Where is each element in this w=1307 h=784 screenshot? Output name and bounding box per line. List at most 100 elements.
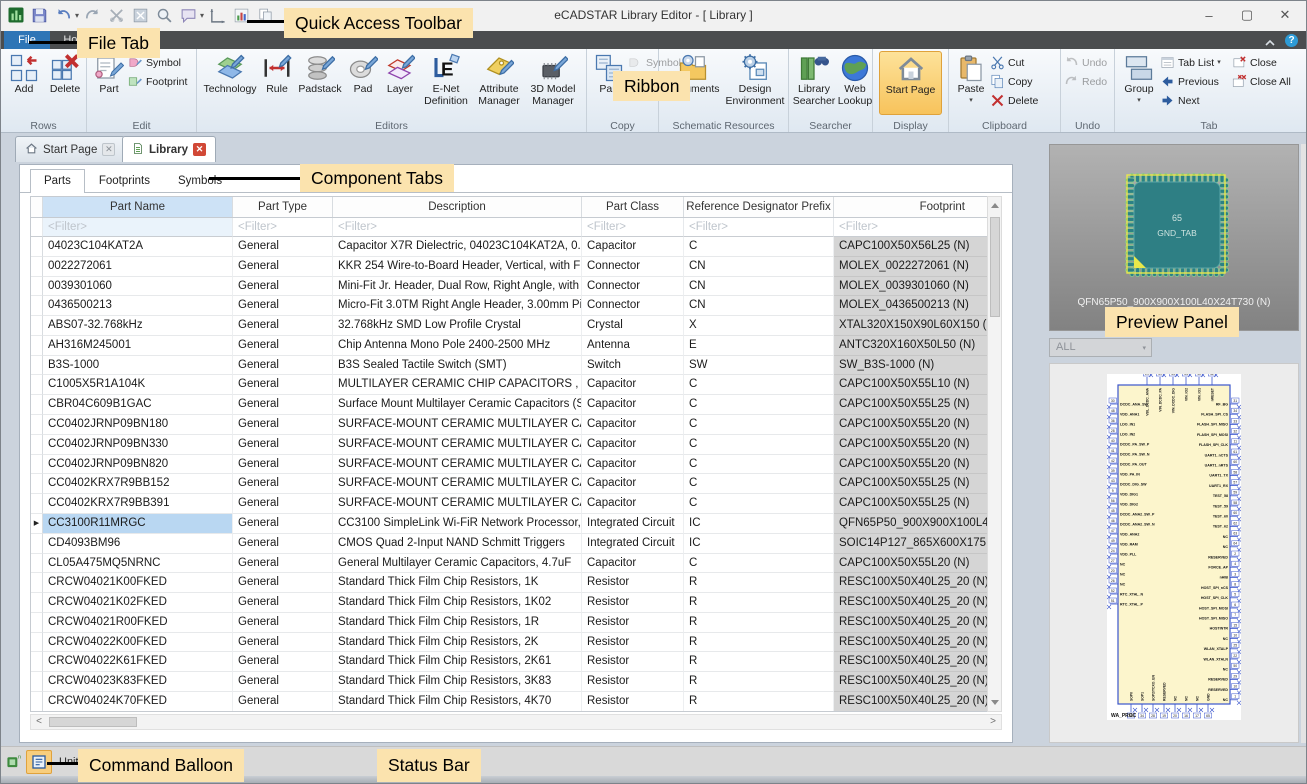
vertical-scrollbar[interactable] [987,196,1002,712]
table-cell[interactable]: General [233,296,333,316]
table-cell[interactable]: C [684,435,834,455]
table-row[interactable]: CRCW04021K02FKEDGeneralStandard Thick Fi… [31,593,1001,613]
rule-button[interactable]: Rule [260,51,294,96]
table-cell[interactable]: Chip Antenna Mono Pole 2400-2500 MHz [333,336,582,356]
table-cell[interactable]: Connector [582,296,684,316]
filter-cell[interactable]: <Filter> [233,218,333,237]
table-cell[interactable]: Connector [582,277,684,297]
table-cell[interactable]: CAPC100X50X55L10 (N) [834,375,988,395]
row-selector-gutter[interactable] [31,257,43,277]
table-cell[interactable]: CRCW04021R00FKED [43,613,233,633]
row-selector-gutter[interactable]: ▶ [31,514,43,534]
table-cell[interactable]: Standard Thick Film Chip Resistors, 1K02 [333,593,582,613]
add-rows-button[interactable]: Add [4,51,44,96]
table-cell[interactable]: CRCW04024K70FKED [43,692,233,712]
table-cell[interactable]: General [233,435,333,455]
table-cell[interactable]: RESC100X50X40L25_20 (N) [834,633,988,653]
table-cell[interactable]: KKR 254 Wire-to-Board Header, Vertical, … [333,257,582,277]
tab-parts[interactable]: Parts [30,169,85,193]
table-cell[interactable]: Resistor [582,633,684,653]
table-row[interactable]: CL05A475MQ5NRNCGeneralGeneral Multilayer… [31,554,1001,574]
table-cell[interactable]: Capacitor [582,395,684,415]
table-cell[interactable]: Standard Thick Film Chip Resistors, 3K83 [333,672,582,692]
table-cell[interactable]: MULTILAYER CERAMIC CHIP CAPACITORS , 100… [333,375,582,395]
table-cell[interactable]: C [684,474,834,494]
row-selector-gutter[interactable] [31,415,43,435]
tab-list-button[interactable]: Tab List ▾ [1160,54,1232,71]
column-header[interactable]: Footprint [834,197,988,217]
table-cell[interactable]: Capacitor [582,474,684,494]
balloon-icon[interactable] [178,4,199,26]
next-tab-button[interactable]: Next [1160,92,1232,109]
table-cell[interactable]: CC0402KRX7R9BB152 [43,474,233,494]
table-cell[interactable]: SURFACE-MOUNT CERAMIC MULTILAYER CAPACIT… [333,435,582,455]
table-cell[interactable]: R [684,692,834,712]
table-cell[interactable]: CRCW04021K00FKED [43,573,233,593]
table-cell[interactable]: CD4093BM96 [43,534,233,554]
table-row[interactable]: CRCW04022K61FKEDGeneralStandard Thick Fi… [31,652,1001,672]
table-cell[interactable]: Standard Thick Film Chip Resistors, 2K61 [333,652,582,672]
minimize-button[interactable]: – [1190,1,1228,29]
table-cell[interactable]: R [684,652,834,672]
table-cell[interactable]: Standard Thick Film Chip Resistors, 1R [333,613,582,633]
table-cell[interactable]: RESC100X50X40L25_20 (N) [834,593,988,613]
table-cell[interactable]: SURFACE-MOUNT CERAMIC MULTILAYER CAPACIT… [333,494,582,514]
padstack-button[interactable]: Padstack [294,51,346,96]
table-cell[interactable]: Capacitor [582,415,684,435]
table-cell[interactable]: R [684,593,834,613]
table-cell[interactable]: General [233,237,333,257]
save-icon[interactable] [29,4,50,26]
table-cell[interactable]: SURFACE-MOUNT CERAMIC MULTILAYER CAPACIT… [333,415,582,435]
table-row[interactable]: 0039301060GeneralMini-Fit Jr. Header, Du… [31,277,1001,297]
tab-library-close-icon[interactable]: ✕ [193,143,206,156]
group-tabs-button[interactable]: Group ▾ [1118,51,1160,104]
delete-button[interactable]: Delete [990,92,1038,109]
table-cell[interactable]: Capacitor [582,494,684,514]
table-cell[interactable]: General [233,455,333,475]
table-cell[interactable]: XTAL320X150X90L60X150 (N) [834,316,988,336]
status-grid-icon[interactable]: n [6,753,23,770]
table-cell[interactable]: C [684,554,834,574]
table-cell[interactable]: C [684,494,834,514]
table-cell[interactable]: SW_B3S-1000 (N) [834,356,988,376]
row-selector-gutter[interactable] [31,336,43,356]
row-selector-gutter[interactable] [31,534,43,554]
table-cell[interactable]: E [684,336,834,356]
table-cell[interactable]: General [233,652,333,672]
table-cell[interactable]: General [233,593,333,613]
row-selector-gutter[interactable] [31,652,43,672]
table-cell[interactable]: R [684,573,834,593]
web-lookup-button[interactable]: Web Lookup [836,51,874,108]
table-cell[interactable]: CC3100 SimpleLink Wi-FiR Network Process… [333,514,582,534]
filter-cell[interactable]: <Filter> [333,218,582,237]
scroll-right-icon[interactable]: > [985,715,1001,729]
table-cell[interactable]: Integrated Circuit [582,514,684,534]
redo-icon[interactable] [82,4,103,26]
pad-button[interactable]: Pad [346,51,380,96]
table-cell[interactable]: CN [684,296,834,316]
collapse-ribbon-icon[interactable] [1265,35,1275,45]
table-cell[interactable]: 04023C104KAT2A [43,237,233,257]
row-selector-gutter[interactable] [31,554,43,574]
table-cell[interactable]: General [233,277,333,297]
vertical-scroll-thumb[interactable] [990,217,1000,317]
balloon-dropdown-caret-icon[interactable]: ▾ [200,11,204,20]
table-cell[interactable]: CN [684,257,834,277]
row-selector-gutter[interactable] [31,593,43,613]
column-header[interactable]: Part Name [43,197,233,217]
table-cell[interactable]: General [233,494,333,514]
table-cell[interactable]: Crystal [582,316,684,336]
table-cell[interactable]: General Multilayer Ceramic Capacitors, 4… [333,554,582,574]
table-cell[interactable]: AH316M245001 [43,336,233,356]
row-selector-gutter[interactable] [31,395,43,415]
table-cell[interactable]: Connector [582,257,684,277]
tab-library[interactable]: Library ✕ [122,136,216,162]
table-cell[interactable]: Capacitor [582,375,684,395]
undo-icon[interactable] [53,4,74,26]
table-cell[interactable]: 0039301060 [43,277,233,297]
table-row[interactable]: CRCW04023K83FKEDGeneralStandard Thick Fi… [31,672,1001,692]
table-cell[interactable]: CAPC100X50X56L25 (N) [834,237,988,257]
table-cell[interactable]: Capacitor [582,554,684,574]
row-selector-gutter[interactable] [31,573,43,593]
table-row[interactable]: CC0402KRX7R9BB391GeneralSURFACE-MOUNT CE… [31,494,1001,514]
